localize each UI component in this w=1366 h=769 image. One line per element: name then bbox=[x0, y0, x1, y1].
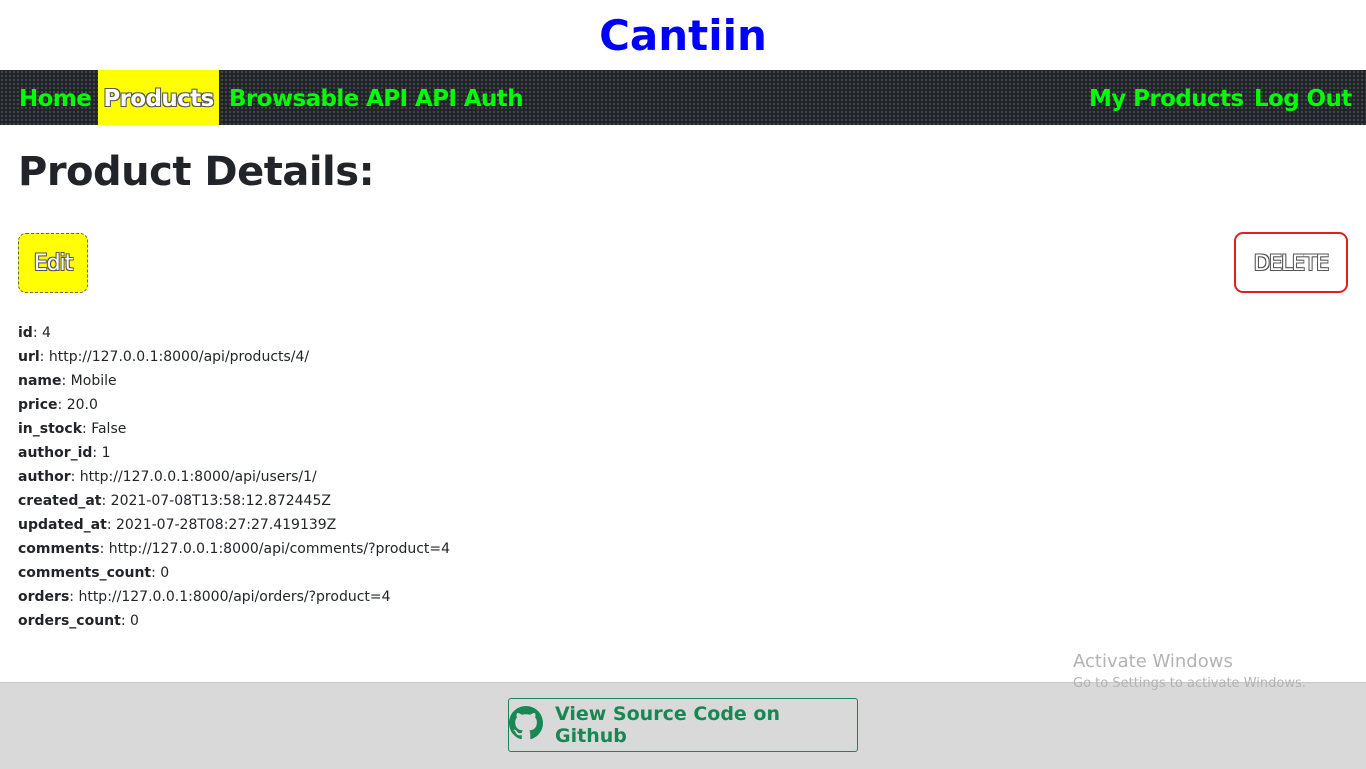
detail-value: 1 bbox=[101, 445, 111, 461]
detail-value: 2021-07-28T08:27:27.419139Z bbox=[115, 517, 337, 533]
detail-row-price: price: 20.0 bbox=[18, 397, 98, 413]
nav-api-auth-link[interactable]: API Auth bbox=[415, 70, 524, 125]
detail-value: 2021-07-08T13:58:12.872445Z bbox=[110, 493, 331, 509]
detail-key: orders_count bbox=[18, 613, 121, 629]
detail-value: Mobile bbox=[70, 373, 117, 389]
page-title: Product Details: bbox=[18, 149, 375, 195]
detail-key: comments_count bbox=[18, 565, 152, 581]
detail-row-created-at: created_at: 2021-07-08T13:58:12.872445Z bbox=[18, 493, 331, 509]
detail-value: http://127.0.0.1:8000/api/orders/?produc… bbox=[78, 589, 391, 605]
detail-value: False bbox=[91, 421, 127, 437]
detail-key: updated_at bbox=[18, 517, 107, 533]
detail-key: created_at bbox=[18, 493, 102, 509]
delete-button[interactable]: DELETE bbox=[1234, 232, 1348, 293]
github-source-button[interactable]: View Source Code on Github bbox=[508, 698, 858, 752]
detail-value: http://127.0.0.1:8000/api/products/4/ bbox=[48, 349, 310, 365]
detail-row-id: id: 4 bbox=[18, 325, 51, 341]
detail-key: id bbox=[18, 325, 33, 341]
detail-key: in_stock bbox=[18, 421, 83, 437]
product-details: id: 4 url: http://127.0.0.1:8000/api/pro… bbox=[18, 321, 450, 633]
edit-button[interactable]: Edit bbox=[18, 233, 88, 293]
detail-key: orders bbox=[18, 589, 70, 605]
nav-home-link[interactable]: Home bbox=[19, 70, 92, 125]
detail-value: 4 bbox=[42, 325, 51, 341]
nav-log-out-link[interactable]: Log Out bbox=[1254, 70, 1352, 125]
windows-activation-watermark: Activate Windows Go to Settings to activ… bbox=[1073, 650, 1306, 694]
detail-value: http://127.0.0.1:8000/api/comments/?prod… bbox=[108, 541, 451, 557]
detail-key: price bbox=[18, 397, 58, 413]
detail-row-orders-count: orders_count: 0 bbox=[18, 613, 139, 629]
github-icon bbox=[509, 705, 543, 745]
detail-row-comments-count: comments_count: 0 bbox=[18, 565, 170, 581]
detail-row-author-id: author_id: 1 bbox=[18, 445, 111, 461]
footer: View Source Code on Github bbox=[0, 682, 1366, 769]
detail-row-in-stock: in_stock: False bbox=[18, 421, 127, 437]
detail-value: 0 bbox=[130, 613, 139, 629]
github-button-label: View Source Code on Github bbox=[555, 703, 781, 747]
watermark-subtitle: Go to Settings to activate Windows. bbox=[1073, 676, 1306, 691]
nav-browsable-api-link[interactable]: Browsable API bbox=[229, 70, 408, 125]
detail-row-author: author: http://127.0.0.1:8000/api/users/… bbox=[18, 469, 317, 485]
detail-key: comments bbox=[18, 541, 100, 557]
detail-row-name: name: Mobile bbox=[18, 373, 117, 389]
nav-products-link[interactable]: Products bbox=[98, 70, 219, 125]
navbar: Home Products Browsable API API Auth My … bbox=[0, 70, 1366, 125]
detail-key: author bbox=[18, 469, 71, 485]
detail-value: http://127.0.0.1:8000/api/users/1/ bbox=[79, 469, 317, 485]
detail-row-updated-at: updated_at: 2021-07-28T08:27:27.419139Z bbox=[18, 517, 337, 533]
detail-key: url bbox=[18, 349, 40, 365]
detail-key: author_id bbox=[18, 445, 93, 461]
detail-key: name bbox=[18, 373, 62, 389]
detail-row-comments: comments: http://127.0.0.1:8000/api/comm… bbox=[18, 541, 451, 557]
detail-value: 0 bbox=[160, 565, 170, 581]
watermark-title: Activate Windows bbox=[1073, 651, 1233, 672]
site-title[interactable]: Cantiin bbox=[0, 8, 1366, 64]
detail-value: 20.0 bbox=[66, 397, 98, 413]
detail-row-url: url: http://127.0.0.1:8000/api/products/… bbox=[18, 349, 310, 365]
detail-row-orders: orders: http://127.0.0.1:8000/api/orders… bbox=[18, 589, 391, 605]
nav-my-products-link[interactable]: My Products bbox=[1089, 70, 1244, 125]
